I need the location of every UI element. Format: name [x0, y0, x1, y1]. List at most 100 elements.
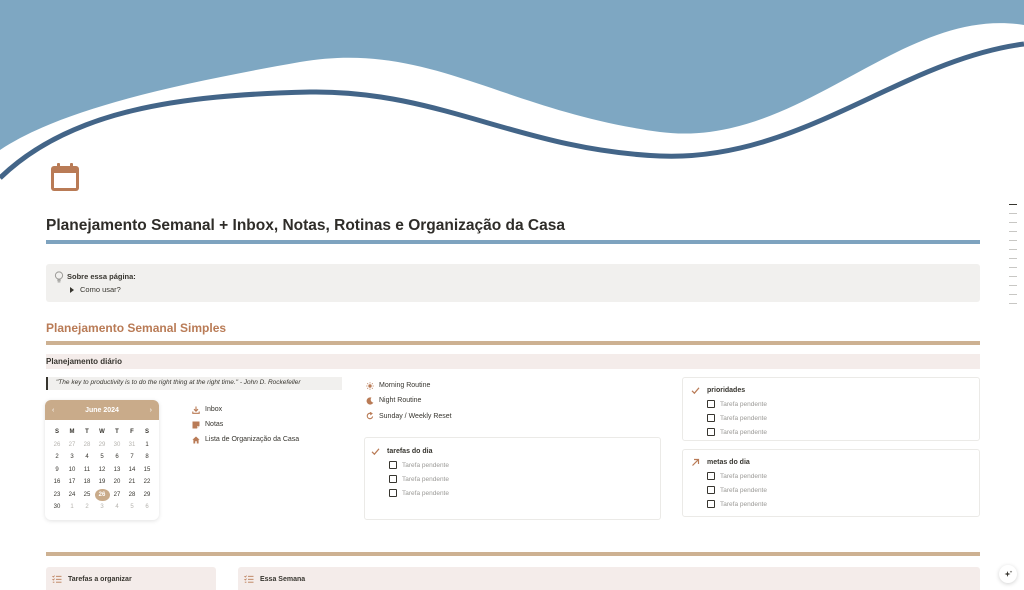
calendar-day[interactable]: 7	[125, 451, 140, 464]
todo-item[interactable]: Tarefa pendente	[707, 469, 767, 483]
calendar-day[interactable]: 19	[95, 476, 110, 489]
calendar-day[interactable]: 6	[110, 451, 125, 464]
checkbox[interactable]	[389, 489, 397, 497]
calendar-day[interactable]: 1	[140, 439, 155, 452]
todo-text[interactable]: Tarefa pendente	[402, 462, 449, 469]
refresh-icon	[366, 412, 374, 420]
calendar-day[interactable]: 28	[80, 439, 95, 452]
next-month-button[interactable]: ›	[150, 407, 152, 414]
todo-item[interactable]: Tarefa pendente	[707, 497, 767, 511]
todo-item[interactable]: Tarefa pendente	[389, 458, 449, 472]
calendar-day[interactable]: 16	[50, 476, 65, 489]
calendar-day[interactable]: 4	[80, 451, 95, 464]
calendar-day[interactable]: 30	[110, 439, 125, 452]
todo-item[interactable]: Tarefa pendente	[707, 425, 767, 439]
calendar-day[interactable]: 9	[50, 464, 65, 477]
todo-item[interactable]: Tarefa pendente	[707, 483, 767, 497]
callout-title: Sobre essa página:	[67, 272, 136, 281]
board-title[interactable]: Essa Semana	[244, 575, 305, 583]
calendar-day[interactable]: 26	[50, 439, 65, 452]
calendar-day-today[interactable]: 26	[94, 488, 110, 501]
checkbox[interactable]	[707, 428, 715, 436]
calendar-day[interactable]: 2	[50, 451, 65, 464]
calendar-day[interactable]: 30	[50, 501, 65, 514]
calendar-day[interactable]: 23	[50, 489, 65, 502]
calendar-day[interactable]: 14	[125, 464, 140, 477]
cover-banner	[0, 0, 1024, 190]
board-title[interactable]: Tarefas a organizar	[52, 575, 132, 583]
checkbox[interactable]	[707, 500, 715, 508]
calendar-day[interactable]: 24	[65, 489, 80, 502]
todo-text[interactable]: Tarefa pendente	[720, 473, 767, 480]
calendar-day[interactable]: 29	[140, 489, 155, 502]
link-label[interactable]: Lista de Organização da Casa	[205, 436, 299, 443]
checkbox[interactable]	[389, 475, 397, 483]
board-title-text[interactable]: Essa Semana	[260, 576, 305, 583]
todo-item[interactable]: Tarefa pendente	[707, 411, 767, 425]
routine-label[interactable]: Morning Routine	[379, 382, 430, 389]
calendar-day[interactable]: 25	[80, 489, 95, 502]
page-links: Inbox Notas Lista de Organização da Casa	[192, 402, 299, 447]
calendar-day[interactable]: 3	[95, 501, 110, 514]
link-weekly-reset[interactable]: Sunday / Weekly Reset	[366, 409, 452, 424]
todo-text[interactable]: Tarefa pendente	[720, 429, 767, 436]
checkbox[interactable]	[707, 486, 715, 494]
calendar-day[interactable]: 27	[110, 489, 125, 502]
todo-text[interactable]: Tarefa pendente	[720, 401, 767, 408]
checkbox[interactable]	[389, 461, 397, 469]
todo-item[interactable]: Tarefa pendente	[707, 397, 767, 411]
calendar-day[interactable]: 2	[80, 501, 95, 514]
calendar-day[interactable]: 10	[65, 464, 80, 477]
calendar-day[interactable]: 12	[95, 464, 110, 477]
how-to-use-toggle[interactable]: Como usar?	[70, 285, 121, 294]
calendar-day[interactable]: 11	[80, 464, 95, 477]
checkbox[interactable]	[707, 414, 715, 422]
link-notas[interactable]: Notas	[192, 417, 299, 432]
calendar-day[interactable]: 27	[65, 439, 80, 452]
calendar-day[interactable]: 21	[125, 476, 140, 489]
routine-label[interactable]: Sunday / Weekly Reset	[379, 413, 452, 420]
calendar-day[interactable]: 18	[80, 476, 95, 489]
calendar-day[interactable]: 31	[125, 439, 140, 452]
link-morning-routine[interactable]: Morning Routine	[366, 378, 452, 393]
daily-goals-title: metas do dia	[691, 458, 750, 467]
calendar-day[interactable]: 6	[140, 501, 155, 514]
calendar-day[interactable]: 5	[95, 451, 110, 464]
routine-label[interactable]: Night Routine	[379, 397, 421, 404]
todo-text[interactable]: Tarefa pendente	[720, 487, 767, 494]
board-title-text[interactable]: Tarefas a organizar	[68, 576, 132, 583]
toggle-arrow-icon[interactable]	[70, 286, 74, 293]
calendar-widget: ‹ June 2024 › S M T W T F S 26 27 28 29 30 31 1 2 3 4 5 6 7…	[45, 400, 159, 520]
calendar-day[interactable]: 29	[95, 439, 110, 452]
link-label[interactable]: Inbox	[205, 406, 222, 413]
calendar-day[interactable]: 8	[140, 451, 155, 464]
todo-text[interactable]: Tarefa pendente	[402, 490, 449, 497]
link-label[interactable]: Notas	[205, 421, 223, 428]
calendar-day[interactable]: 4	[110, 501, 125, 514]
checkbox[interactable]	[707, 472, 715, 480]
calendar-day[interactable]: 1	[65, 501, 80, 514]
link-night-routine[interactable]: Night Routine	[366, 393, 452, 408]
calendar-day[interactable]: 20	[110, 476, 125, 489]
calendar-icon[interactable]	[50, 162, 80, 192]
todo-item[interactable]: Tarefa pendente	[389, 486, 449, 500]
page-outline-indicator[interactable]	[1009, 204, 1017, 312]
todo-item[interactable]: Tarefa pendente	[389, 472, 449, 486]
toggle-label[interactable]: Como usar?	[80, 285, 121, 294]
link-inbox[interactable]: Inbox	[192, 402, 299, 417]
calendar-day[interactable]: 15	[140, 464, 155, 477]
calendar-day[interactable]: 17	[65, 476, 80, 489]
prev-month-button[interactable]: ‹	[52, 407, 54, 414]
calendar-day[interactable]: 3	[65, 451, 80, 464]
calendar-day[interactable]: 22	[140, 476, 155, 489]
checkbox[interactable]	[707, 400, 715, 408]
calendar-day[interactable]: 13	[110, 464, 125, 477]
todo-text[interactable]: Tarefa pendente	[720, 501, 767, 508]
link-organizacao-casa[interactable]: Lista de Organização da Casa	[192, 432, 299, 447]
todo-text[interactable]: Tarefa pendente	[402, 476, 449, 483]
todo-text[interactable]: Tarefa pendente	[720, 415, 767, 422]
checklist-icon	[244, 575, 254, 583]
calendar-day[interactable]: 5	[125, 501, 140, 514]
help-button[interactable]	[999, 565, 1017, 583]
calendar-day[interactable]: 28	[125, 489, 140, 502]
